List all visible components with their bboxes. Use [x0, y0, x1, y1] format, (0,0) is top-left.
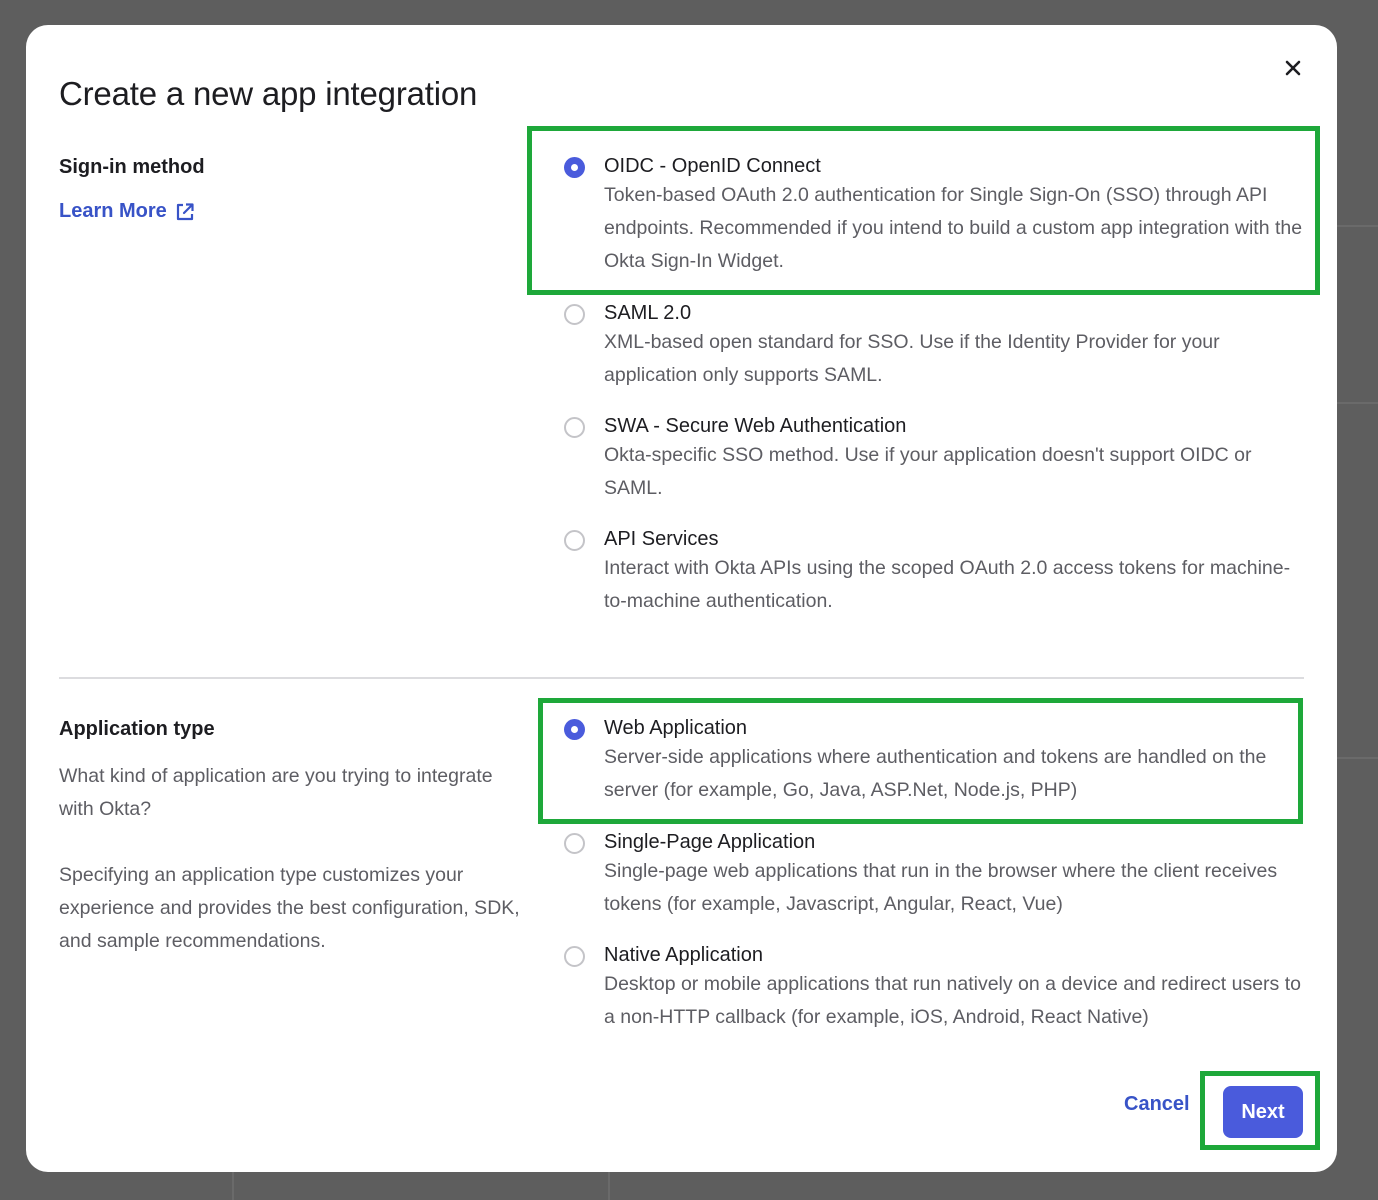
background-panel [1337, 402, 1378, 404]
radio-web-application[interactable] [564, 719, 585, 740]
option-description: Desktop or mobile applications that run … [604, 973, 1301, 1028]
sign-in-method-label: Sign-in method [59, 156, 205, 178]
create-app-integration-dialog: Create a new app integration Sign-in met… [26, 25, 1337, 1172]
radio-swa[interactable] [564, 417, 585, 438]
radio-single-page-application[interactable] [564, 833, 585, 854]
background-panel [232, 1172, 234, 1200]
background-panel [608, 1172, 610, 1200]
application-type-explanation: Specifying an application type customize… [59, 864, 520, 952]
external-link-icon [176, 202, 194, 220]
option-title: SAML 2.0 [604, 302, 692, 324]
learn-more-link[interactable]: Learn More [59, 200, 195, 223]
radio-oidc[interactable] [564, 157, 585, 178]
option-description: XML-based open standard for SSO. Use if … [604, 331, 1220, 386]
radio-native-application[interactable] [564, 946, 585, 967]
dialog-title: Create a new app integration [59, 75, 478, 112]
radio-saml[interactable] [564, 304, 585, 325]
close-icon [1285, 60, 1301, 76]
cancel-button[interactable]: Cancel [1116, 1087, 1198, 1122]
next-button[interactable]: Next [1223, 1086, 1303, 1138]
option-description: Single-page web applications that run in… [604, 860, 1278, 915]
option-description: Okta-specific SSO method. Use if your ap… [604, 444, 1252, 499]
option-title: OIDC - OpenID Connect [604, 155, 821, 177]
radio-api-services[interactable] [564, 530, 585, 551]
option-title: API Services [604, 528, 719, 550]
application-type-question: What kind of application are you trying … [59, 765, 493, 820]
option-description: Token-based OAuth 2.0 authentication for… [604, 184, 1303, 272]
option-title: SWA - Secure Web Authentication [604, 415, 907, 437]
learn-more-label: Learn More [59, 200, 167, 222]
option-description: Server-side applications where authentic… [604, 746, 1267, 801]
option-title: Single-Page Application [604, 831, 816, 853]
option-title: Web Application [604, 717, 748, 739]
close-button[interactable] [1278, 53, 1308, 83]
background-panel [1337, 757, 1378, 759]
option-title: Native Application [604, 944, 763, 966]
option-description: Interact with Okta APIs using the scoped… [604, 557, 1291, 612]
background-panel [1337, 225, 1378, 227]
application-type-label: Application type [59, 718, 215, 740]
section-divider [59, 677, 1304, 679]
